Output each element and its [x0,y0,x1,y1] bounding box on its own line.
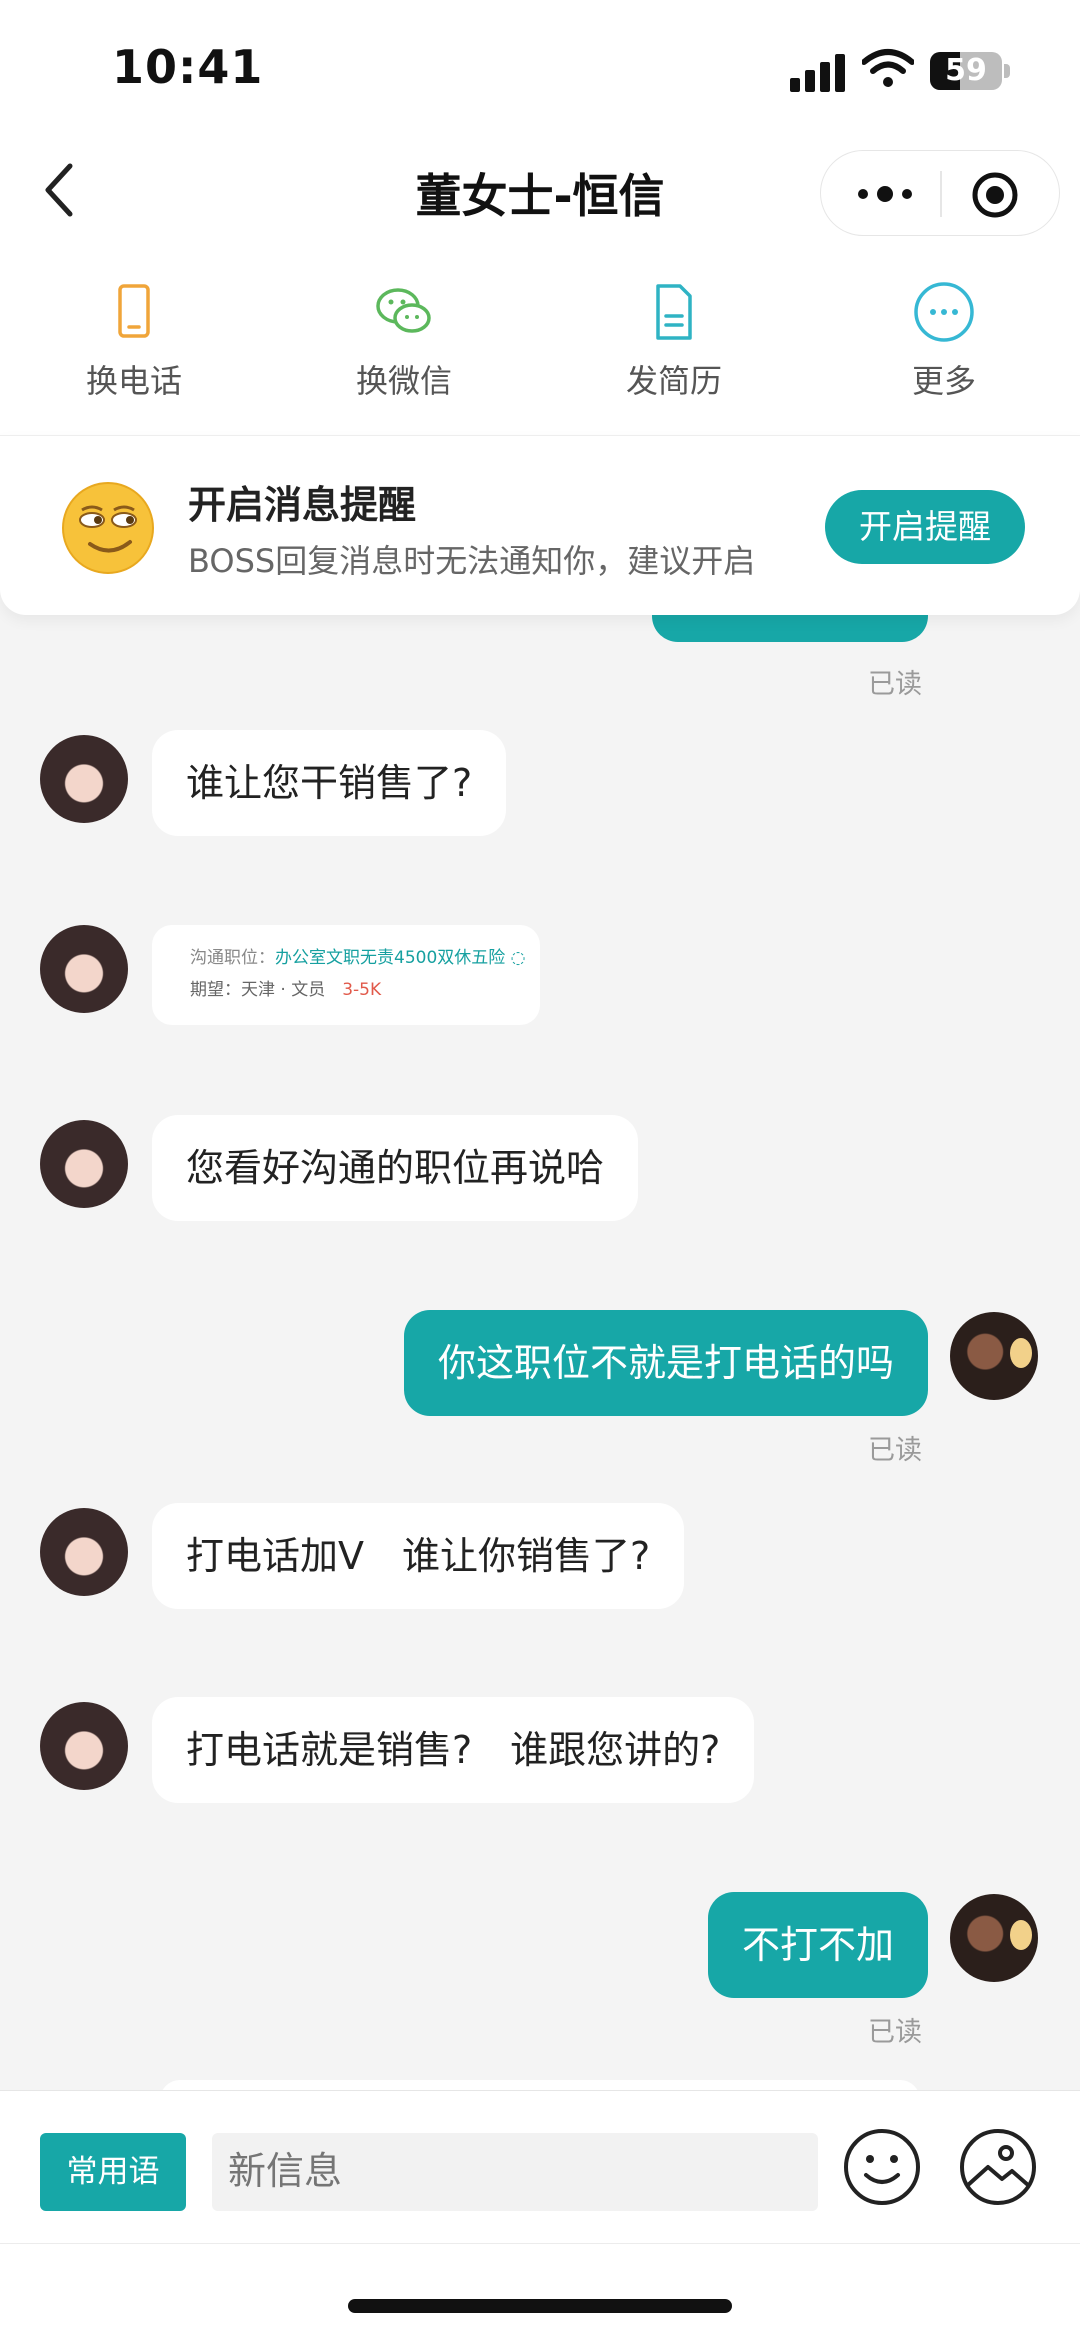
capsule-divider [940,171,942,217]
job-card-expectation: 期望：天津 · 文员 3-5K [190,975,381,1000]
notice-description: BOSS回复消息时无法通知你，建议开启 [188,542,756,580]
home-indicator[interactable] [348,2299,732,2313]
job-card-expectation-label: 期望：天津 · 文员 [190,980,326,1000]
job-card[interactable]: 沟通职位：办公室文职无责4500双休五险 ◌ 期望：天津 · 文员 3-5K [152,925,540,1025]
avatar[interactable] [40,925,128,1013]
battery-icon: 59 [930,52,1002,90]
action-label: 更多 [911,362,976,400]
phone-icon [118,284,150,338]
close-target-icon[interactable] [971,171,1019,219]
wechat-icon [376,288,431,333]
action-change-wechat[interactable]: 换微信 [304,280,504,402]
message-bubble: 打电话就是销售? 谁跟您讲的? [152,1697,755,1803]
message-bubble-partial [160,2080,920,2090]
job-card-position: 沟通职位：办公室文职无责4500双休五险 ◌ [190,943,526,968]
image-icon[interactable] [958,2127,1038,2207]
message-bubble: 谁让您干销售了? [152,730,507,836]
job-card-position-label: 沟通职位： [190,948,275,968]
avatar[interactable] [40,1120,128,1208]
job-card-salary: 3-5K [342,980,382,1000]
divider [0,2243,1080,2244]
notice-title: 开启消息提醒 [188,483,417,527]
job-card-position-value: 办公室文职无责4500双休五险 ◌ [275,948,526,968]
resume-icon [656,284,692,340]
message-input[interactable] [212,2133,818,2211]
action-change-phone[interactable]: 换电话 [34,280,234,402]
avatar[interactable] [950,1312,1038,1400]
action-label: 换电话 [85,362,182,400]
message-bubble: 你这职位不就是打电话的吗 [403,1310,928,1416]
more-icon [914,282,974,342]
avatar[interactable] [950,1894,1038,1982]
chat-page: 10:41 59 董女士-恒信 换电话 换微信 发简历 更多 已读 谁让您干销售… [0,0,1080,2337]
read-receipt: 已读 [868,669,922,700]
battery-cap [1004,64,1010,78]
mini-program-capsule [820,150,1060,236]
action-label: 换微信 [355,362,452,400]
action-more[interactable]: 更多 [844,280,1044,402]
avatar[interactable] [40,735,128,823]
enable-notification-button[interactable]: 开启提醒 [825,490,1025,564]
signal-icon [790,52,846,92]
notification-banner: 开启消息提醒 BOSS回复消息时无法通知你，建议开启 开启提醒 [0,435,1080,615]
avatar[interactable] [40,1508,128,1596]
common-phrases-button[interactable]: 常用语 [40,2133,186,2211]
action-label: 发简历 [625,362,722,400]
more-dots-icon[interactable] [855,177,915,211]
smirk-emoji-icon [62,482,154,574]
action-send-resume[interactable]: 发简历 [574,280,774,402]
status-time: 10:41 [112,40,264,94]
message-bubble: 打电话加V 谁让你销售了? [152,1503,685,1609]
read-receipt: 已读 [868,2017,922,2048]
message-bubble: 不打不加 [707,1892,928,1998]
battery-level: 59 [945,53,987,88]
emoji-icon[interactable] [842,2127,922,2207]
message-bubble: 您看好沟通的职位再说哈 [152,1115,639,1221]
input-bar: 常用语 [0,2090,1080,2337]
read-receipt: 已读 [868,1435,922,1466]
message-list[interactable]: 已读 谁让您干销售了? 沟通职位：办公室文职无责4500双休五险 ◌ 期望：天津… [0,580,1080,2090]
wifi-icon [862,49,914,87]
avatar[interactable] [40,1702,128,1790]
